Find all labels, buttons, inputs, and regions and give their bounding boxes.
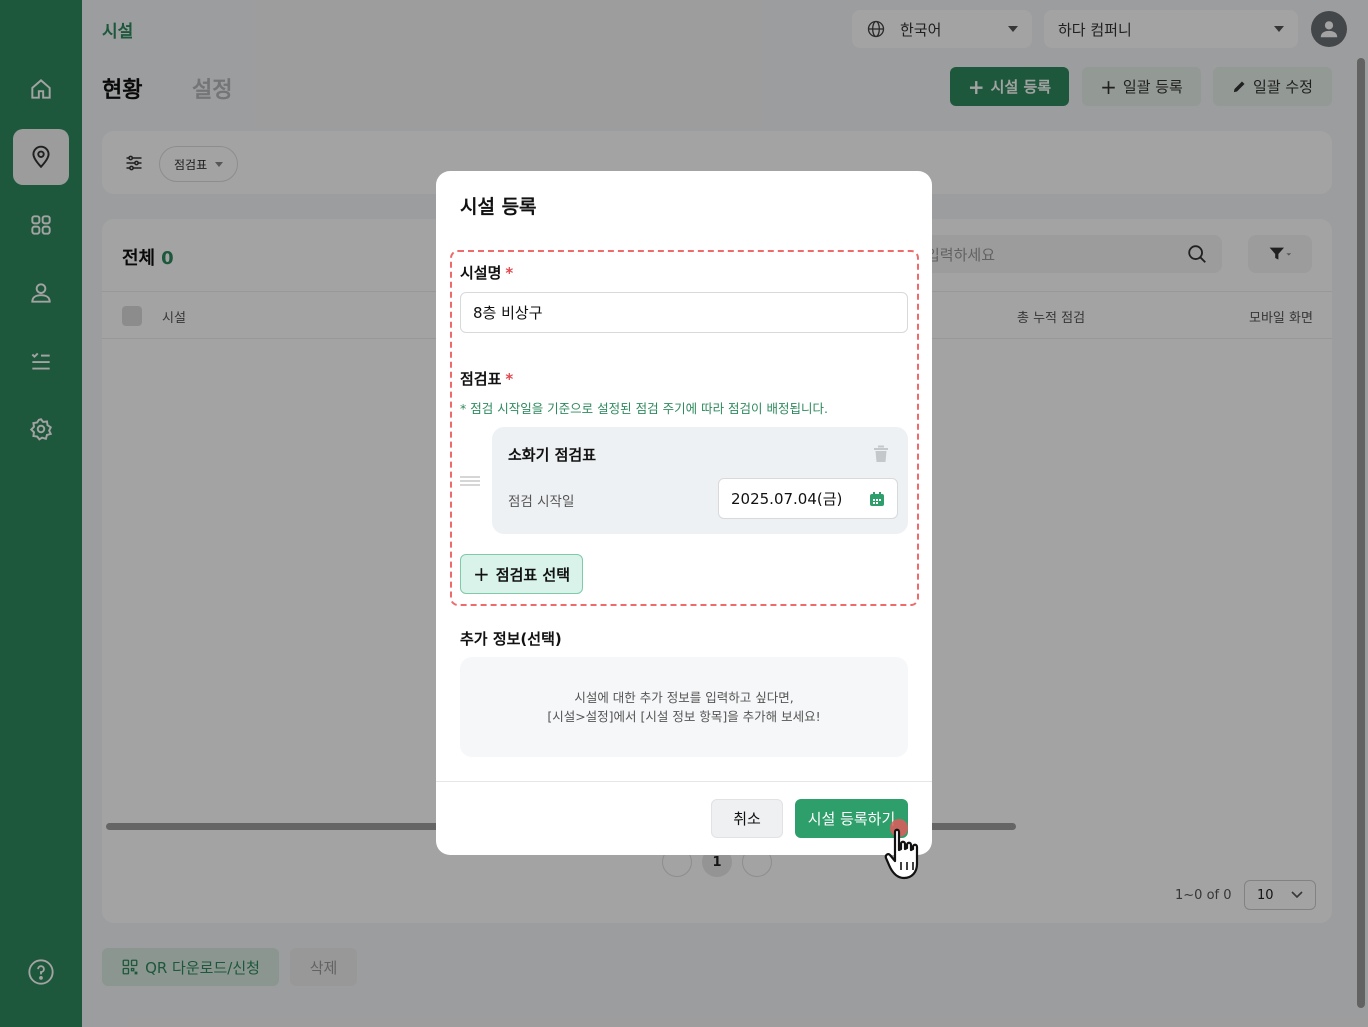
checklist-item-name: 소화기 점검표 <box>508 446 597 464</box>
start-date-value: 2025.07.04(금) <box>731 490 843 508</box>
required-mark: * <box>505 264 514 282</box>
facility-name-input[interactable]: 8층 비상구 <box>460 292 908 333</box>
cancel-button[interactable]: 취소 <box>711 799 783 838</box>
calendar-icon[interactable] <box>869 491 885 507</box>
extra-info-label: 추가 정보(선택) <box>460 630 562 648</box>
facility-name-label-text: 시설명 <box>460 264 502 282</box>
start-date-input[interactable]: 2025.07.04(금) <box>718 478 898 519</box>
checklist-label: 점검표 * <box>460 368 513 389</box>
checklist-label-text: 점검표 <box>460 370 502 388</box>
trash-icon[interactable] <box>873 445 889 463</box>
checklist-hint: * 점검 시작일을 기준으로 설정된 점검 주기에 따라 점검이 배정됩니다. <box>460 401 828 416</box>
required-mark: * <box>505 370 514 388</box>
select-checklist-label: 점검표 선택 <box>495 565 570 584</box>
facility-name-label: 시설명 * <box>460 262 513 283</box>
select-checklist-button[interactable]: + 점검표 선택 <box>460 554 583 594</box>
plus-icon: + <box>473 562 490 586</box>
hand-cursor-icon <box>884 819 919 880</box>
extra-info-box: 시설에 대한 추가 정보를 입력하고 싶다면, [시설>설정]에서 [시설 정보… <box>460 657 908 757</box>
start-date-label: 점검 시작일 <box>508 494 575 510</box>
extra-info-line-1: 시설에 대한 추가 정보를 입력하고 싶다면, <box>574 690 794 705</box>
modal-divider <box>436 781 932 782</box>
register-facility-modal: 시설 등록 시설명 * 8층 비상구 점검표 * * 점검 시작일을 기준으로 설정… <box>436 171 932 855</box>
checklist-item: 소화기 점검표 점검 시작일 2025.07.04(금) <box>492 427 908 534</box>
modal-title: 시설 등록 <box>460 196 537 218</box>
drag-handle-icon[interactable] <box>460 474 480 488</box>
extra-info-line-2: [시설>설정]에서 [시설 정보 항목]을 추가해 보세요! <box>547 709 821 724</box>
facility-name-value: 8층 비상구 <box>473 304 543 322</box>
